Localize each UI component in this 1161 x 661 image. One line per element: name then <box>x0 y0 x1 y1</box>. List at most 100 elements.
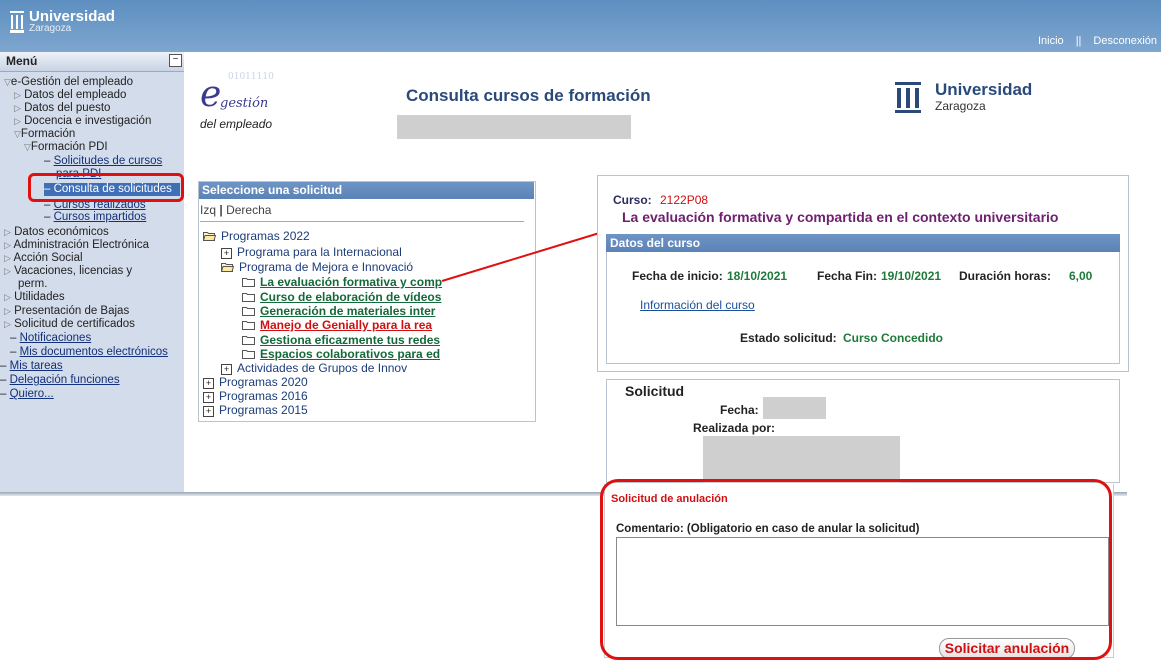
tree-node-programas-2016[interactable]: + Programas 2016 <box>203 389 308 403</box>
toggle-izq-link[interactable]: Izq <box>200 203 216 217</box>
menu-item-notificaciones[interactable]: – Notificaciones <box>10 332 91 344</box>
estado-solicitud-value: Curso Concedido <box>843 331 944 345</box>
folder-icon <box>242 321 255 330</box>
nav-separator: || <box>1075 35 1082 47</box>
nav-inicio-link[interactable]: Inicio <box>1038 35 1064 47</box>
uz-logo-sub: Zaragoza <box>935 99 986 113</box>
menu-item-administracion[interactable]: ▷ Administración Electrónica <box>4 239 149 251</box>
folder-icon <box>242 307 255 316</box>
collapsed-triangle-icon: ▷ <box>4 253 11 263</box>
nav-desconexion-link[interactable]: Desconexión <box>1093 35 1157 47</box>
course-title: La evaluación formativa y compartida en … <box>622 209 1059 225</box>
collapsed-triangle-icon: ▷ <box>4 306 11 316</box>
curso-code: 2122P08 <box>660 193 709 207</box>
egestion-logo: 01011110 e gestión del empleado <box>200 72 274 131</box>
solicitud-fecha-label: Fecha: <box>720 403 759 417</box>
tree-node-curso-videos[interactable]: Curso de elaboración de vídeos <box>242 290 441 304</box>
menu-item-vacaciones-cont[interactable]: perm. <box>18 278 47 290</box>
expanded-triangle-icon: ▽ <box>4 77 11 87</box>
annotation-arrow-icon <box>441 225 616 282</box>
university-logo-icon <box>895 82 921 113</box>
menu-item-formacion[interactable]: ▽Formación <box>14 128 75 140</box>
expanded-triangle-icon: ▽ <box>14 129 21 139</box>
menu-item-datos-economicos[interactable]: ▷ Datos económicos <box>4 226 109 238</box>
collapsed-triangle-icon: ▷ <box>4 227 11 237</box>
tree-orientation-toggle: Izq | Derecha <box>200 203 272 217</box>
collapsed-triangle-icon: ▷ <box>14 116 21 126</box>
anulacion-highlight-annotation <box>600 479 1112 660</box>
duracion-value: 6,00 <box>1069 269 1093 283</box>
folder-icon <box>242 278 255 287</box>
fecha-fin-label: Fecha Fin: <box>817 269 878 283</box>
tree-node-grupos-innov[interactable]: + Actividades de Grupos de Innov <box>221 361 407 375</box>
menu-highlight-annotation <box>28 173 184 202</box>
toggle-derecha-link[interactable]: Derecha <box>226 203 271 217</box>
folder-icon <box>242 293 255 302</box>
tree-node-internacional[interactable]: + Programa para la Internacional <box>221 245 402 259</box>
menu-item-mis-documentos[interactable]: – Mis documentos electrónicos <box>10 346 168 358</box>
university-logo-icon <box>10 11 24 33</box>
top-navigation: Inicio || Desconexión <box>1038 35 1157 47</box>
collapsed-triangle-icon: ▷ <box>4 292 11 302</box>
expand-plus-icon: + <box>203 392 214 403</box>
redacted-user-name <box>397 115 631 139</box>
tree-node-programas-2015[interactable]: + Programas 2015 <box>203 403 308 417</box>
menu-item-cursos-impartidos[interactable]: – Cursos impartidos <box>44 211 146 223</box>
collapsed-triangle-icon: ▷ <box>14 103 21 113</box>
folder-icon <box>242 336 255 345</box>
menu-item-delegacion[interactable]: – Delegación funciones <box>0 374 120 386</box>
uz-logo-name: Universidad <box>935 80 1033 99</box>
tree-node-curso-genially[interactable]: Manejo de Genially para la rea <box>242 318 432 332</box>
collapsed-triangle-icon: ▷ <box>4 266 11 276</box>
menu-item-datos-puesto[interactable]: ▷ Datos del puesto <box>14 102 110 114</box>
duracion-label: Duración horas: <box>959 269 1052 283</box>
fecha-inicio-value: 18/10/2021 <box>727 269 788 283</box>
open-folder-icon <box>221 263 234 272</box>
folder-icon <box>242 350 255 359</box>
solicitud-title: Solicitud <box>625 383 685 399</box>
realizada-por-label: Realizada por: <box>693 421 776 435</box>
menu-item-utilidades[interactable]: ▷ Utilidades <box>4 291 65 303</box>
expand-plus-icon: + <box>203 378 214 389</box>
expand-plus-icon: + <box>221 248 232 259</box>
fecha-inicio-label: Fecha de inicio: <box>632 269 723 283</box>
datos-curso-header: Datos del curso <box>606 234 1120 252</box>
menu-item-formacion-pdi[interactable]: ▽Formación PDI <box>24 141 108 153</box>
tree-node-curso-materiales[interactable]: Generación de materiales inter <box>242 304 435 318</box>
fecha-fin-value: 19/10/2021 <box>881 269 942 283</box>
app-header <box>0 0 1161 52</box>
menu-item-mis-tareas[interactable]: – Mis tareas <box>0 360 63 372</box>
menu-item-vacaciones[interactable]: ▷ Vacaciones, licencias y <box>4 265 132 277</box>
curso-label: Curso: <box>613 193 652 207</box>
tree-node-programas-2022[interactable]: Programas 2022 <box>203 229 310 243</box>
menu-item-accion-social[interactable]: ▷ Acción Social <box>4 252 83 264</box>
menu-item-solicitudes-cursos[interactable]: – Solicitudes de cursos <box>44 155 162 167</box>
collapsed-triangle-icon: ▷ <box>14 90 21 100</box>
tree-node-curso-redes[interactable]: Gestiona eficazmente tus redes <box>242 333 440 347</box>
open-folder-icon <box>203 232 216 241</box>
collapsed-triangle-icon: ▷ <box>4 319 11 329</box>
informacion-curso-link[interactable]: Información del curso <box>640 298 755 312</box>
page-title: Consulta cursos de formación <box>406 86 651 105</box>
menu-item-docencia[interactable]: ▷ Docencia e investigación <box>14 115 151 127</box>
egestion-e-letter: e <box>200 74 222 115</box>
menu-item-presentacion-bajas[interactable]: ▷ Presentación de Bajas <box>4 305 129 317</box>
menu-item-solicitud-certificados[interactable]: ▷ Solicitud de certificados <box>4 318 135 330</box>
menu-title: Menú <box>6 54 38 68</box>
collapsed-triangle-icon: ▷ <box>4 240 11 250</box>
expanded-triangle-icon: ▽ <box>24 142 31 152</box>
expand-plus-icon: + <box>203 406 214 417</box>
menu-item-egestion[interactable]: ▽e-Gestión del empleado <box>4 76 133 88</box>
tree-node-mejora-innovacion[interactable]: Programa de Mejora e Innovació <box>221 260 413 274</box>
expand-plus-icon: + <box>221 364 232 375</box>
redacted-realizada-por <box>703 436 900 483</box>
tree-node-programas-2020[interactable]: + Programas 2020 <box>203 375 308 389</box>
tree-node-curso-evaluacion[interactable]: La evaluación formativa y comp <box>242 275 442 289</box>
estado-solicitud-label: Estado solicitud: <box>740 331 837 345</box>
redacted-fecha <box>763 397 826 419</box>
tree-node-curso-espacios[interactable]: Espacios colaborativos para ed <box>242 347 440 361</box>
menu-item-quiero[interactable]: – Quiero... <box>0 388 54 400</box>
menu-item-datos-empleado[interactable]: ▷ Datos del empleado <box>14 89 126 101</box>
menu-collapse-icon[interactable]: − <box>169 54 182 67</box>
header-logo-sub: Zaragoza <box>29 23 72 34</box>
